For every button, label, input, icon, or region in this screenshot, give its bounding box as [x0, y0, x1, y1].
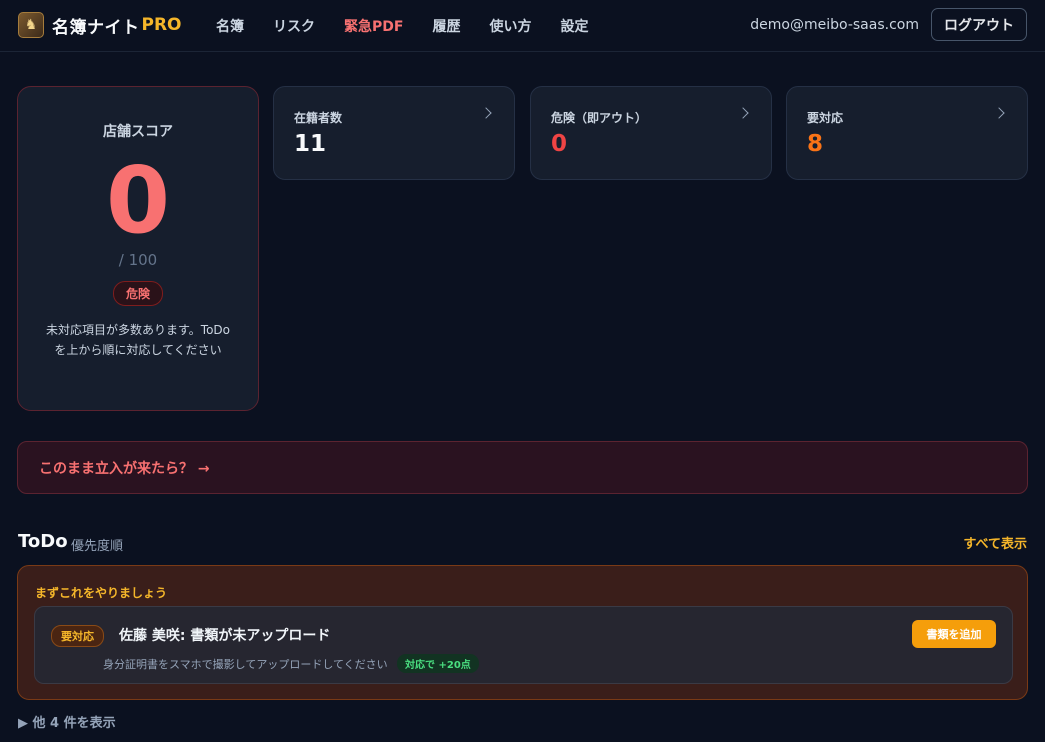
stat-label: 要対応 — [807, 111, 844, 125]
show-all-link[interactable]: すべて表示 — [963, 533, 1027, 552]
nav-item-history[interactable]: 履歴 — [432, 16, 460, 36]
todo-subtitle: 優先度順 — [71, 539, 124, 554]
knight-logo-icon: ♞ — [18, 12, 44, 38]
app-title: 名簿ナイト — [52, 17, 140, 38]
todo-priority-box: まずこれをやりましょう 要対応 佐藤 美咲: 書類が未アップロード 身分証明書を… — [17, 565, 1028, 700]
inspection-alert-banner[interactable]: このまま立入が来たら？ → — [17, 441, 1028, 494]
nav-item-meibo[interactable]: 名簿 — [216, 16, 244, 36]
alert-text: このまま立入が来たら？ → — [39, 460, 210, 477]
score-value: 0 — [105, 147, 170, 254]
nav-item-urgent-pdf[interactable]: 緊急PDF — [344, 16, 403, 36]
show-more-link[interactable]: ▶ 他 4 件を表示 — [18, 712, 116, 731]
logout-button[interactable]: ログアウト — [931, 8, 1027, 41]
main-nav: 名簿 リスク 緊急PDF 履歴 使い方 設定 — [216, 0, 617, 52]
nav-item-settings[interactable]: 設定 — [560, 16, 588, 36]
score-title: 店舗スコア — [103, 124, 173, 140]
stat-value: 8 — [807, 131, 824, 157]
pro-label: PRO — [141, 15, 182, 35]
score-max: / 100 — [118, 251, 158, 269]
score-message: 未対応項目が多数あります。ToDoを上から順に対応してください — [45, 323, 231, 357]
add-document-button[interactable]: 書類を追加 — [912, 620, 996, 648]
todo-box-title: まずこれをやりましょう — [35, 586, 168, 600]
top-header: ♞ 名簿ナイト PRO 名簿 リスク 緊急PDF 履歴 使い方 設定 demo@… — [0, 0, 1045, 52]
nav-item-risk[interactable]: リスク — [273, 16, 315, 36]
stat-card-action-required[interactable]: 要対応 8 — [786, 86, 1028, 180]
todo-item: 要対応 佐藤 美咲: 書類が未アップロード 身分証明書をスマホで撮影してアップロ… — [34, 606, 1013, 684]
stat-label: 在籍者数 — [294, 111, 343, 125]
user-email: demo@meibo-saas.com — [750, 17, 919, 33]
chevron-right-icon — [737, 107, 749, 119]
todo-title: ToDo — [18, 531, 68, 552]
chevron-right-icon — [993, 107, 1005, 119]
store-score-card: 店舗スコア 0 / 100 危険 未対応項目が多数あります。ToDoを上から順に… — [17, 86, 259, 411]
stat-card-enrolled[interactable]: 在籍者数 11 — [273, 86, 515, 180]
nav-item-howto[interactable]: 使い方 — [489, 16, 531, 36]
points-badge: 対応で +20点 — [397, 654, 479, 673]
chevron-right-icon — [480, 107, 492, 119]
stat-value: 11 — [294, 131, 327, 157]
stat-card-danger[interactable]: 危険（即アウト） 0 — [530, 86, 772, 180]
stat-value: 0 — [551, 131, 568, 157]
stat-label: 危険（即アウト） — [551, 111, 648, 125]
todo-item-description: 身分証明書をスマホで撮影してアップロードしてください — [103, 658, 388, 671]
danger-badge: 危険 — [112, 281, 163, 306]
todo-item-title: 佐藤 美咲: 書類が未アップロード — [119, 628, 331, 644]
action-required-badge: 要対応 — [51, 625, 104, 647]
app-logo[interactable]: ♞ 名簿ナイト PRO — [18, 12, 182, 38]
